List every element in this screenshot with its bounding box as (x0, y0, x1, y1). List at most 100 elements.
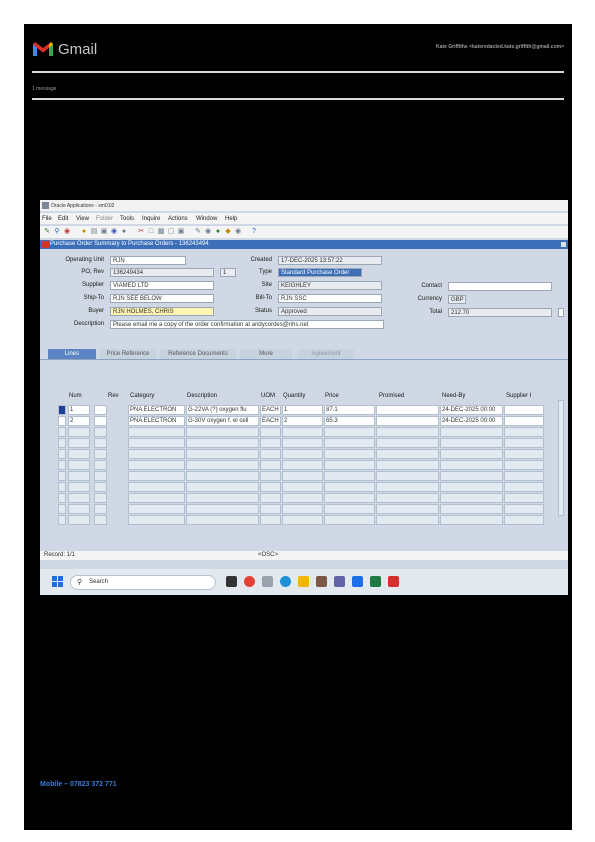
empty-cell[interactable] (504, 449, 544, 459)
empty-cell[interactable] (282, 515, 323, 525)
save-icon[interactable]: ● (80, 228, 88, 236)
empty-cell[interactable] (186, 438, 259, 448)
total-field[interactable]: 212.70 (448, 308, 552, 317)
empty-cell[interactable] (504, 504, 544, 514)
new-icon[interactable]: ✎ (43, 228, 51, 236)
table-cell[interactable]: 1 (68, 405, 90, 415)
teams-icon[interactable] (334, 576, 345, 587)
menu-file[interactable]: File (42, 216, 52, 222)
table-cell[interactable] (94, 405, 107, 415)
created-field[interactable]: 17-DEC-2025 13:57:22 (278, 256, 382, 265)
row-selector[interactable] (58, 438, 66, 448)
table-cell[interactable]: G-30V oxygen f. el cell (186, 416, 259, 426)
empty-cell[interactable] (186, 427, 259, 437)
windows-start-icon[interactable] (52, 576, 63, 587)
refresh-icon[interactable]: ◉ (110, 228, 118, 236)
empty-cell[interactable] (504, 427, 544, 437)
empty-cell[interactable] (504, 515, 544, 525)
empty-cell[interactable] (282, 482, 323, 492)
edit-field-icon[interactable]: ✎ (194, 228, 202, 236)
menu-window[interactable]: Window (196, 216, 217, 222)
close-form-icon[interactable]: ▣ (100, 228, 108, 236)
empty-cell[interactable] (94, 515, 107, 525)
table-cell[interactable]: 1 (282, 405, 323, 415)
empty-cell[interactable] (68, 427, 90, 437)
outlook-icon[interactable] (352, 576, 363, 587)
empty-cell[interactable] (376, 449, 439, 459)
empty-cell[interactable] (440, 449, 503, 459)
table-cell[interactable]: 2 (282, 416, 323, 426)
currency-field[interactable]: GBP (448, 295, 466, 304)
empty-cell[interactable] (376, 460, 439, 470)
tab-lines[interactable]: Lines (48, 349, 96, 359)
empty-cell[interactable] (440, 482, 503, 492)
empty-cell[interactable] (324, 460, 375, 470)
empty-cell[interactable] (324, 504, 375, 514)
excel-icon[interactable] (370, 576, 381, 587)
vertical-scrollbar[interactable] (558, 400, 564, 516)
empty-cell[interactable] (128, 427, 185, 437)
empty-cell[interactable] (260, 493, 281, 503)
taskbar-search[interactable]: ⚲ Search (70, 575, 216, 590)
empty-cell[interactable] (504, 482, 544, 492)
menu-inquire[interactable]: Inquire (142, 216, 160, 222)
empty-cell[interactable] (128, 471, 185, 481)
operating-unit-field[interactable]: RJN (110, 256, 186, 265)
empty-cell[interactable] (376, 471, 439, 481)
empty-cell[interactable] (94, 493, 107, 503)
tab-reference-documents[interactable]: Reference Documents (160, 349, 236, 359)
row-selector[interactable] (58, 515, 66, 525)
empty-cell[interactable] (324, 515, 375, 525)
empty-cell[interactable] (68, 493, 90, 503)
site-field[interactable]: KEIGHLEY (278, 281, 382, 290)
empty-cell[interactable] (128, 515, 185, 525)
table-cell[interactable] (376, 416, 439, 426)
delete-icon[interactable]: ▣ (177, 228, 185, 236)
empty-cell[interactable] (324, 493, 375, 503)
folder-tools-icon[interactable]: ● (214, 228, 222, 236)
empty-cell[interactable] (376, 438, 439, 448)
empty-cell[interactable] (186, 493, 259, 503)
empty-cell[interactable] (186, 515, 259, 525)
total-lov-button[interactable] (558, 308, 564, 317)
table-cell[interactable] (94, 416, 107, 426)
table-cell[interactable]: EACH (260, 416, 281, 426)
empty-cell[interactable] (260, 438, 281, 448)
empty-cell[interactable] (94, 504, 107, 514)
empty-cell[interactable] (68, 471, 90, 481)
contact-field[interactable] (448, 282, 552, 291)
attachments-icon[interactable]: ◉ (204, 228, 212, 236)
clear-icon[interactable]: ▢ (167, 228, 175, 236)
row-selector[interactable] (58, 449, 66, 459)
row-selector[interactable] (58, 471, 66, 481)
table-cell[interactable] (504, 405, 544, 415)
empty-cell[interactable] (440, 438, 503, 448)
empty-cell[interactable] (282, 471, 323, 481)
empty-cell[interactable] (324, 482, 375, 492)
table-cell[interactable]: 87.1 (324, 405, 375, 415)
empty-cell[interactable] (68, 515, 90, 525)
supplier-field[interactable]: VIAMED LTD (110, 281, 214, 290)
table-cell[interactable]: PNA ELECTRON (128, 405, 185, 415)
empty-cell[interactable] (260, 449, 281, 459)
translations-icon[interactable]: ◆ (224, 228, 232, 236)
row-selector[interactable] (58, 405, 66, 415)
print-icon[interactable]: ▤ (90, 228, 98, 236)
menu-tools[interactable]: Tools (120, 216, 134, 222)
row-selector[interactable] (58, 427, 66, 437)
empty-cell[interactable] (128, 493, 185, 503)
settings-icon[interactable] (262, 576, 273, 587)
menu-view[interactable]: View (76, 216, 89, 222)
empty-cell[interactable] (324, 449, 375, 459)
empty-cell[interactable] (282, 427, 323, 437)
bill-to-field[interactable]: RJN SSC (278, 294, 382, 303)
empty-cell[interactable] (186, 460, 259, 470)
empty-cell[interactable] (376, 504, 439, 514)
copy-icon[interactable]: □ (147, 228, 155, 236)
table-cell[interactable]: 24-DEC-2025 00:00 (440, 416, 503, 426)
table-cell[interactable]: PNA ELECTRON (128, 416, 185, 426)
acrobat-icon[interactable] (388, 576, 399, 587)
cut-icon[interactable]: ✂ (137, 228, 145, 236)
ship-to-field[interactable]: RJN SEE BELOW (110, 294, 214, 303)
buyer-field[interactable]: RJN HOLMES, CHRIS (110, 307, 214, 316)
